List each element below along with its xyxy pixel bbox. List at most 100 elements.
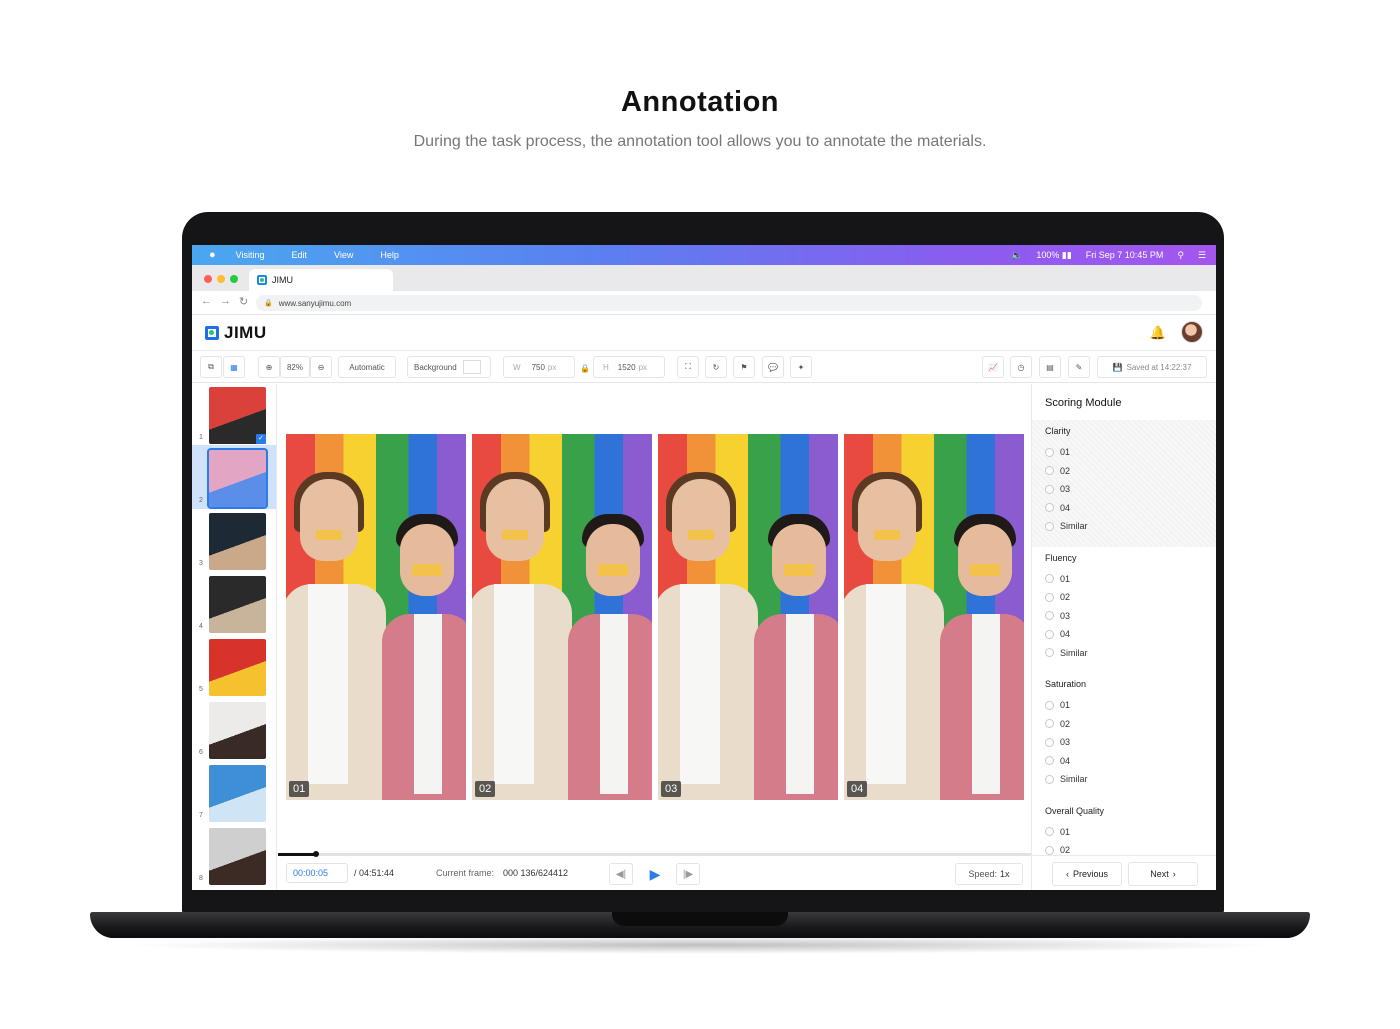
radio-button[interactable] (1045, 737, 1054, 747)
thumbnail-1[interactable]: ✓ (209, 387, 266, 444)
zoom-out-icon[interactable]: ⊖ (310, 356, 332, 378)
scoring-option[interactable]: 03 (1045, 737, 1070, 747)
window-minimize-button[interactable] (217, 275, 225, 283)
radio-button[interactable] (1045, 845, 1054, 855)
radio-button[interactable] (1045, 447, 1054, 457)
scoring-option[interactable]: 03 (1045, 484, 1070, 494)
thumbnail-7[interactable] (209, 765, 266, 822)
zoom-in-icon[interactable]: ⊕ (258, 356, 280, 378)
save-status[interactable]: 💾 Saved at 14:22:37 (1097, 356, 1207, 378)
battery-status[interactable]: 100% ▮▮ (1036, 250, 1071, 261)
video-frame-03[interactable]: 03 (658, 434, 838, 800)
window-zoom-button[interactable] (230, 275, 238, 283)
radio-button[interactable] (1045, 521, 1054, 531)
scoring-option[interactable]: 03 (1045, 611, 1070, 621)
radio-button[interactable] (1045, 756, 1054, 765)
thumbnail-6[interactable] (209, 702, 266, 759)
document-icon[interactable]: ▤ (1039, 356, 1061, 378)
fullscreen-icon[interactable]: ⛶ (677, 356, 699, 378)
radio-button[interactable] (1045, 466, 1054, 475)
scoring-option[interactable]: 01 (1045, 447, 1070, 457)
layers-icon[interactable]: ⧉ (200, 356, 222, 378)
annotate-tool-icon[interactable]: ✦ (790, 356, 812, 378)
thumbnail-8[interactable] (209, 828, 266, 885)
aspect-lock-icon[interactable]: 🔒 (580, 364, 590, 373)
browser-tab[interactable]: JIMU (249, 269, 393, 291)
background-swatch[interactable] (462, 360, 481, 374)
play-icon[interactable]: ▶ (643, 863, 667, 885)
pen-icon[interactable]: ✎ (1068, 356, 1090, 378)
thumbnail-3[interactable] (209, 513, 266, 570)
apple-icon[interactable]: ● (209, 249, 216, 261)
radio-button[interactable] (1045, 648, 1054, 657)
scoring-option[interactable]: Similar (1045, 774, 1088, 784)
comment-icon[interactable]: 💬 (762, 356, 784, 378)
radio-button[interactable] (1045, 629, 1054, 639)
frame-person2-tape (412, 564, 442, 576)
radio-button[interactable] (1045, 592, 1054, 602)
scoring-option[interactable]: 01 (1045, 827, 1070, 837)
scoring-option[interactable]: 02 (1045, 466, 1070, 476)
thumbnail-5[interactable] (209, 639, 266, 696)
menu-item-edit[interactable]: Edit (292, 250, 308, 260)
next-frame-icon[interactable]: |▶ (676, 863, 700, 885)
grid-view-icon[interactable]: ▦ (223, 356, 245, 378)
timeline-progress-bar[interactable] (278, 851, 1031, 857)
url-input[interactable]: 🔒 www.sanyujimu.com (256, 295, 1202, 311)
next-button[interactable]: Next › (1128, 862, 1198, 886)
user-avatar[interactable] (1181, 321, 1203, 343)
radio-button[interactable] (1045, 774, 1054, 784)
previous-button[interactable]: ‹ Previous (1052, 862, 1122, 886)
scoring-option[interactable]: Similar (1045, 648, 1088, 658)
back-arrow-icon[interactable]: ← (201, 295, 212, 307)
menu-item-view[interactable]: View (334, 250, 353, 260)
menu-item-visiting[interactable]: Visiting (236, 250, 265, 260)
flag-icon[interactable]: ⚑ (733, 356, 755, 378)
app-logo[interactable]: JIMU (205, 323, 267, 343)
reload-icon[interactable]: ↻ (239, 295, 248, 308)
video-frame-04[interactable]: 04 (844, 434, 1024, 800)
chart-icon[interactable]: 📈 (982, 356, 1004, 378)
background-color-picker[interactable]: Background (407, 356, 491, 378)
scoring-option[interactable]: 04 (1045, 629, 1070, 639)
refresh-icon[interactable]: ↻ (705, 356, 727, 378)
history-clock-icon[interactable]: ◷ (1010, 356, 1032, 378)
radio-button[interactable] (1045, 827, 1054, 836)
speed-select[interactable]: Speed: 1x (955, 863, 1023, 885)
thumbnail-4[interactable] (209, 576, 266, 633)
volume-icon[interactable]: 🔈 (1011, 250, 1022, 261)
control-center-icon[interactable]: ☰ (1198, 250, 1206, 261)
height-field[interactable]: H 1520 px (593, 356, 665, 378)
scoring-option[interactable]: 02 (1045, 845, 1070, 855)
notification-bell-icon[interactable]: 🔔 (1150, 325, 1166, 341)
radio-button[interactable] (1045, 484, 1054, 494)
radio-button[interactable] (1045, 719, 1054, 728)
scoring-option[interactable]: 04 (1045, 503, 1070, 513)
radio-button[interactable] (1045, 574, 1054, 583)
scoring-option[interactable]: 04 (1045, 756, 1070, 766)
radio-button[interactable] (1045, 611, 1054, 620)
scoring-option[interactable]: 01 (1045, 700, 1070, 710)
video-frame-01[interactable]: 01 (286, 434, 466, 800)
radio-button[interactable] (1045, 700, 1054, 710)
thumbnail-2[interactable] (207, 448, 268, 509)
forward-arrow-icon[interactable]: → (220, 295, 231, 307)
current-time-field[interactable]: 00:00:05 (286, 863, 348, 883)
menu-item-help[interactable]: Help (380, 250, 399, 260)
spotlight-search-icon[interactable]: ⚲ (1177, 250, 1184, 261)
video-frame-02[interactable]: 02 (472, 434, 652, 800)
frame-number-label: 03 (661, 781, 682, 797)
scoring-option[interactable]: Similar (1045, 521, 1088, 531)
window-close-button[interactable] (204, 275, 212, 283)
previous-frame-icon[interactable]: ◀​| (609, 863, 633, 885)
scoring-option[interactable]: 02 (1045, 592, 1070, 602)
zoom-level[interactable]: 82% (280, 356, 310, 378)
scoring-option[interactable]: 02 (1045, 719, 1070, 729)
radio-button[interactable] (1045, 503, 1054, 512)
menubar-datetime[interactable]: Fri Sep 7 10:45 PM (1086, 250, 1164, 260)
app-header: JIMU 🔔 (192, 315, 1216, 351)
fit-mode-select[interactable]: Automatic (338, 356, 396, 378)
frame-person2-shirt (600, 614, 628, 794)
scoring-option[interactable]: 01 (1045, 574, 1070, 584)
width-field[interactable]: W 750 px (503, 356, 575, 378)
